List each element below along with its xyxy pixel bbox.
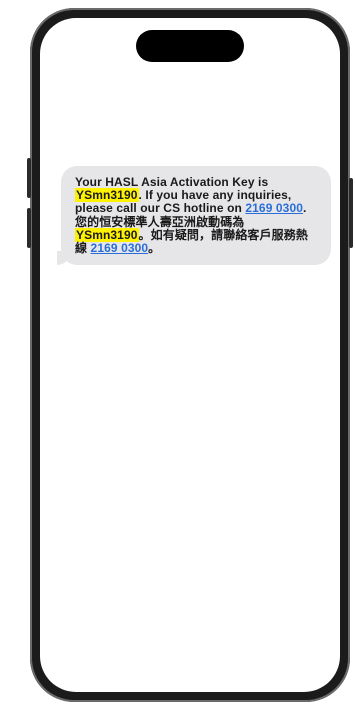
volume-up-button bbox=[27, 158, 31, 198]
activation-key-highlight[interactable]: YSmn3190 bbox=[75, 188, 139, 203]
phone-screen: Your HASL Asia Activation Key is YSmn319… bbox=[40, 18, 340, 692]
activation-key-highlight-chinese[interactable]: YSmn3190 bbox=[75, 227, 139, 242]
message-text-1: Your HASL Asia Activation Key is bbox=[75, 175, 269, 189]
hotline-link[interactable]: 2169 0300 bbox=[245, 201, 303, 215]
hotline-link-chinese[interactable]: 2169 0300 bbox=[91, 241, 149, 255]
dynamic-island bbox=[136, 30, 244, 62]
sms-message-bubble[interactable]: Your HASL Asia Activation Key is YSmn319… bbox=[57, 166, 331, 266]
message-text-5: 。 bbox=[148, 241, 161, 256]
volume-down-button bbox=[27, 208, 31, 248]
phone-frame: Your HASL Asia Activation Key is YSmn319… bbox=[27, 8, 353, 702]
power-button bbox=[349, 178, 353, 248]
